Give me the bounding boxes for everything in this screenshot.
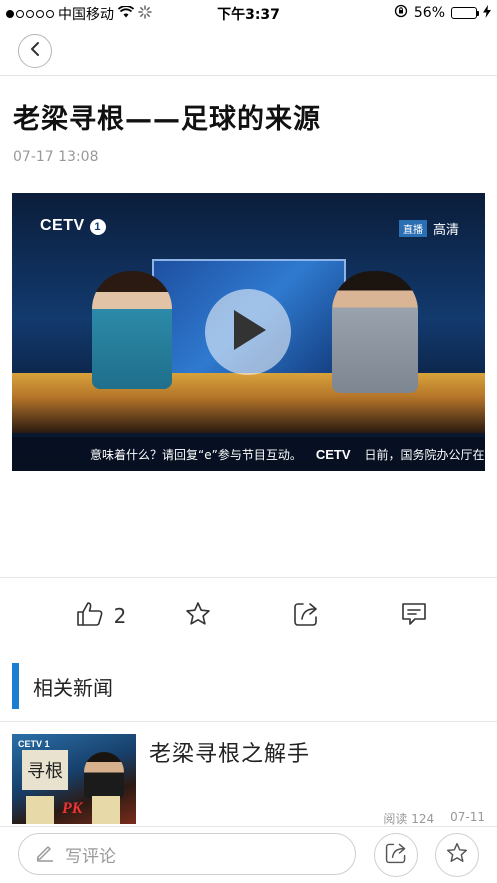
hd-badge: 高清 (432, 223, 459, 238)
news-date: 07-11 (450, 810, 485, 824)
action-divider (0, 577, 497, 578)
related-news-title: 相关新闻 (33, 675, 113, 700)
bottom-favorite-button[interactable] (435, 833, 479, 877)
news-thumbnail: CETV 1 寻根 PK (12, 734, 136, 824)
chevron-left-icon (28, 41, 42, 61)
thumb-logo: CETV 1 (18, 739, 50, 749)
related-news-header: 相关新闻 (12, 663, 113, 709)
star-icon (185, 601, 211, 631)
share-icon (292, 600, 320, 632)
ticker-text-left: 意味着什么？请回复“e”参与节目互动。 (90, 447, 302, 462)
charging-bolt-icon (483, 4, 491, 22)
section-accent-bar (12, 663, 19, 709)
orientation-lock-icon (394, 4, 408, 22)
like-count: 2 (113, 604, 127, 628)
news-meta: 阅读 124 07-11 (383, 810, 485, 827)
video-badge: 直播 高清 (398, 219, 459, 238)
video-anchor-left (92, 271, 172, 389)
ticker-logo: CETV (315, 446, 351, 462)
share-icon (384, 841, 408, 869)
comment-icon (400, 600, 428, 632)
bottom-share-button[interactable] (374, 833, 418, 877)
news-reads: 阅读 124 (383, 812, 435, 826)
video-ticker: 意味着什么？请回复“e”参与节目互动。 CETV 日前，国务院办公厅在印发 (12, 437, 485, 471)
action-bar: 2 (0, 596, 497, 636)
news-title: 老梁寻根之解手 (149, 742, 311, 767)
bottom-bar: 写评论 (0, 826, 497, 883)
thumb-portrait (26, 796, 54, 824)
video-anchor-right (332, 271, 418, 393)
comment-input[interactable]: 写评论 (18, 833, 356, 875)
status-right: 56% (394, 4, 491, 22)
like-button[interactable]: 2 (66, 596, 136, 636)
thumb-portrait (92, 796, 120, 824)
channel-logo-number: 1 (89, 219, 106, 235)
nav-bar (0, 26, 497, 76)
list-item[interactable]: CETV 1 寻根 PK 老梁寻根之解手 阅读 124 07-11 (0, 722, 497, 826)
back-button[interactable] (18, 34, 52, 68)
star-icon (446, 842, 468, 868)
comment-button[interactable] (394, 596, 434, 636)
video-player[interactable]: CETV 1 直播 高清 意味着什么？请回复“e”参与节目互动。 CETV 日前… (12, 193, 485, 471)
thumb-calligraphy: 寻根 (22, 750, 68, 790)
play-button[interactable] (205, 289, 291, 375)
thumb-pk: PK (62, 800, 83, 817)
battery-percent: 56% (413, 5, 445, 21)
play-icon (228, 308, 268, 356)
live-badge: 直播 (398, 220, 427, 237)
article-time: 07-17 13:08 (13, 149, 99, 165)
article-title: 老梁寻根——足球的来源 (13, 104, 321, 135)
channel-logo-text: CETV (40, 217, 85, 234)
share-button[interactable] (286, 596, 326, 636)
battery-icon (451, 7, 479, 19)
ticker-text-right: 日前，国务院办公厅在印发 (364, 447, 486, 462)
pen-icon (35, 842, 55, 867)
status-bar: 中国移动 下午3:37 56% (0, 0, 497, 26)
thumbs-up-icon (76, 601, 104, 631)
video-channel-logo: CETV 1 (40, 217, 106, 235)
comment-placeholder: 写评论 (65, 846, 116, 867)
thumb-person (84, 752, 124, 798)
favorite-button[interactable] (178, 596, 218, 636)
